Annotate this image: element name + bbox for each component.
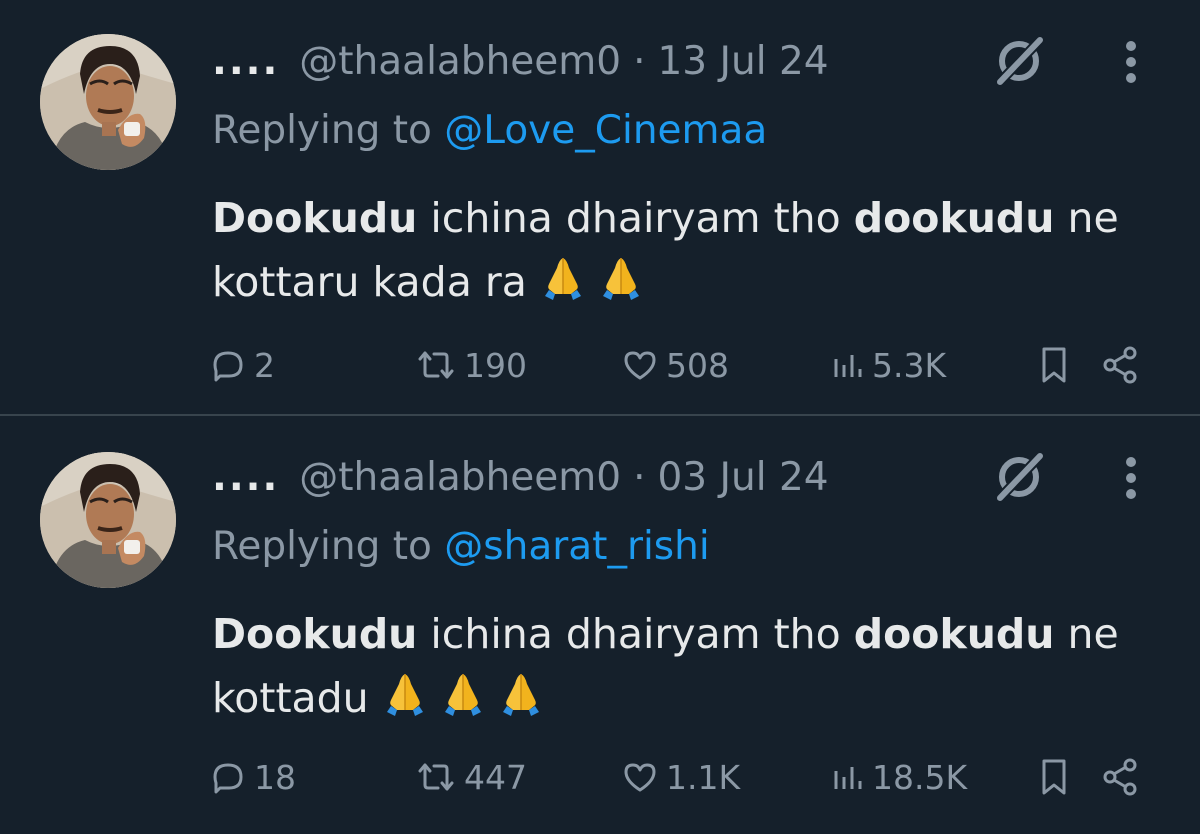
heart-icon — [624, 763, 656, 792]
reply-icon — [213, 351, 243, 382]
replying-to: Replying to @Love_Cinemaa — [212, 108, 767, 153]
separator-dot: · — [633, 454, 646, 500]
views-icon — [834, 355, 862, 377]
view-count: 18.5K — [872, 757, 968, 797]
repost-button[interactable]: 190 — [414, 340, 527, 390]
share-button[interactable] — [1100, 752, 1146, 802]
repost-icon — [418, 351, 454, 379]
avatar[interactable] — [40, 452, 176, 588]
views-button[interactable]: 5.3K — [830, 340, 946, 390]
bookmark-button[interactable] — [1036, 340, 1078, 390]
share-icon — [1103, 758, 1137, 796]
bold-word: Dookudu — [212, 610, 418, 658]
tweet[interactable]: .... @thaalabheem0 · 13 Jul 24 Replying … — [0, 0, 1200, 415]
bookmark-icon — [1042, 759, 1066, 795]
tweet-feed: .... @thaalabheem0 · 13 Jul 24 Replying … — [0, 0, 1200, 834]
separator-dot: · — [633, 38, 646, 84]
like-count: 508 — [666, 345, 729, 385]
like-button[interactable]: 508 — [620, 340, 729, 390]
repost-icon — [418, 763, 454, 791]
share-icon — [1103, 346, 1137, 384]
more-icon[interactable] — [1116, 453, 1146, 503]
views-icon — [834, 767, 862, 789]
repost-count: 190 — [464, 345, 527, 385]
replying-prefix: Replying to — [212, 108, 432, 153]
view-count: 5.3K — [872, 345, 947, 385]
bold-word: Dookudu — [212, 194, 418, 242]
more-icon[interactable] — [1116, 37, 1146, 87]
replying-to: Replying to @sharat_rishi — [212, 524, 710, 569]
reply-count: 18 — [254, 757, 296, 797]
replying-prefix: Replying to — [212, 524, 432, 569]
folded-hands-emoji — [386, 674, 423, 716]
reply-count: 2 — [254, 345, 275, 385]
tweet-header: .... @thaalabheem0 · 03 Jul 24 — [212, 452, 829, 502]
action-bar: 2 190 508 5.3K — [0, 340, 1200, 390]
replying-handle-link[interactable]: @sharat_rishi — [444, 524, 709, 569]
repost-count: 447 — [464, 757, 527, 797]
replying-handle-link[interactable]: @Love_Cinemaa — [444, 108, 767, 153]
text-segment: ichina dhairyam tho — [417, 194, 854, 242]
like-button[interactable]: 1.1K — [620, 752, 740, 802]
folded-hands-emoji — [544, 258, 581, 300]
tweet-text: Dookudu ichina dhairyam tho dookudu ne k… — [212, 602, 1172, 730]
grok-icon[interactable] — [990, 32, 1048, 90]
folded-hands-emoji — [444, 674, 481, 716]
reply-button[interactable]: 2 — [208, 340, 275, 390]
bold-word: dookudu — [853, 194, 1055, 242]
tweet-date[interactable]: 03 Jul 24 — [657, 455, 828, 500]
folded-hands-emoji — [602, 258, 639, 300]
views-button[interactable]: 18.5K — [830, 752, 967, 802]
bold-word: dookudu — [853, 610, 1055, 658]
tweet-header: .... @thaalabheem0 · 13 Jul 24 — [212, 36, 829, 86]
display-name[interactable]: .... — [212, 39, 279, 84]
bookmark-icon — [1042, 347, 1066, 383]
user-handle[interactable]: @thaalabheem0 — [299, 39, 621, 84]
tweet-date[interactable]: 13 Jul 24 — [657, 39, 828, 84]
share-button[interactable] — [1100, 340, 1146, 390]
display-name[interactable]: .... — [212, 455, 279, 500]
emoji-group — [527, 258, 643, 306]
grok-icon[interactable] — [990, 448, 1048, 506]
action-bar: 18 447 1.1K 18.5K — [0, 752, 1200, 802]
heart-icon — [624, 351, 656, 380]
user-handle[interactable]: @thaalabheem0 — [299, 455, 621, 500]
reply-icon — [213, 763, 243, 794]
like-count: 1.1K — [666, 757, 741, 797]
tweet-text: Dookudu ichina dhairyam tho dookudu ne k… — [212, 186, 1172, 314]
bookmark-button[interactable] — [1036, 752, 1078, 802]
emoji-group — [369, 674, 543, 722]
folded-hands-emoji — [502, 674, 539, 716]
reply-button[interactable]: 18 — [208, 752, 296, 802]
avatar[interactable] — [40, 34, 176, 170]
text-segment: ichina dhairyam tho — [417, 610, 854, 658]
tweet[interactable]: .... @thaalabheem0 · 03 Jul 24 Replying … — [0, 416, 1200, 834]
repost-button[interactable]: 447 — [414, 752, 527, 802]
